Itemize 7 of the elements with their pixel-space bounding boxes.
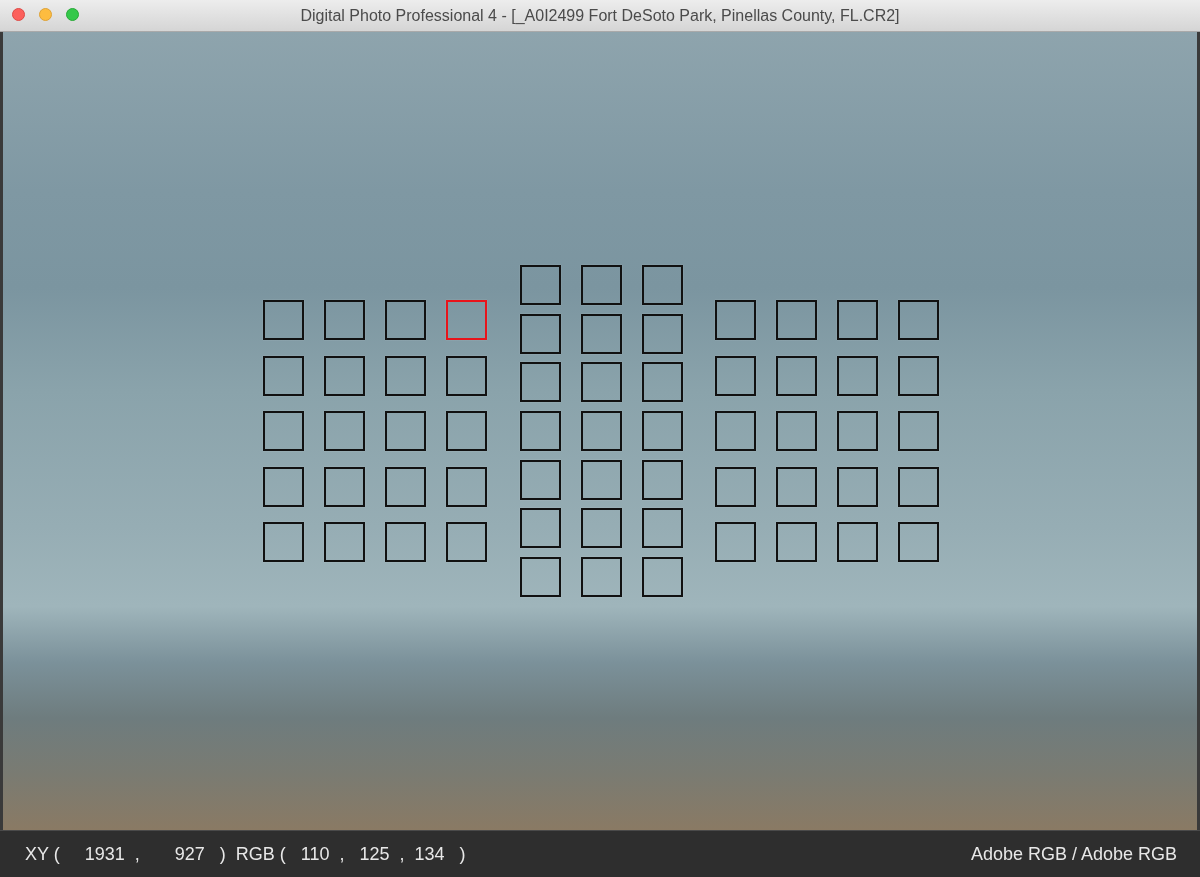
close-button[interactable] — [12, 8, 25, 21]
zoom-button[interactable] — [66, 8, 79, 21]
minimize-button[interactable] — [39, 8, 52, 21]
window-title: Digital Photo Professional 4 - [_A0I2499 Fort DeSoto Park, Pinellas County, FL.CR2] — [300, 6, 900, 25]
pixel-rgb-text: RGB ( 110 , 125 , 134 ) — [235, 843, 466, 865]
color-space-text: Adobe RGB / Adobe RGB — [970, 843, 1177, 865]
cursor-position-text: XY ( 1931 , 927 ) — [25, 843, 226, 865]
